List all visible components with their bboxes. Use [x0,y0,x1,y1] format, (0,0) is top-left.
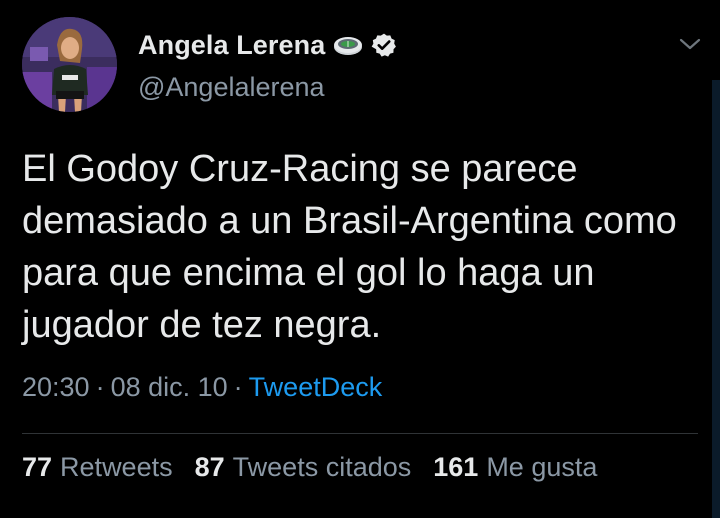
engagement-stats: 77 Retweets 87 Tweets citados 161 Me gus… [22,452,597,483]
tweet-time[interactable]: 20:30 [22,372,90,403]
quotes-count: 87 [194,452,225,482]
author-name-row: Angela Lerena [138,27,397,63]
tweet-meta: 20:30 · 08 dic. 10 · TweetDeck [22,372,382,403]
quotes-label: Tweets citados [232,452,412,482]
tweet-text: El Godoy Cruz-Racing se parece demasiado… [22,148,677,346]
stats-divider [22,433,698,434]
quotes-stat[interactable]: 87 Tweets citados [195,452,412,483]
retweets-label: Retweets [60,452,173,482]
author-display-name[interactable]: Angela Lerena [138,30,325,61]
meta-separator-2: · [233,372,243,402]
tweet-card: Angela Lerena @Angelalerena El Godoy Cru… [0,0,720,518]
stadium-emoji-icon [333,34,363,56]
author-handle[interactable]: @Angelalerena [138,72,325,103]
likes-count: 161 [433,452,479,482]
likes-stat[interactable]: 161 Me gusta [433,452,597,483]
tweet-source-link[interactable]: TweetDeck [249,372,383,403]
chevron-down-icon [679,38,701,50]
avatar[interactable] [22,17,117,112]
meta-separator: · [95,372,105,402]
more-menu-button[interactable] [676,30,704,58]
tweet-date[interactable]: 08 dic. 10 [111,372,228,403]
retweets-stat[interactable]: 77 Retweets [22,452,173,483]
retweets-count: 77 [22,452,53,482]
scrollbar-track[interactable] [712,80,720,518]
verified-badge-icon [371,32,397,58]
avatar-image [22,17,117,112]
likes-label: Me gusta [486,452,598,482]
